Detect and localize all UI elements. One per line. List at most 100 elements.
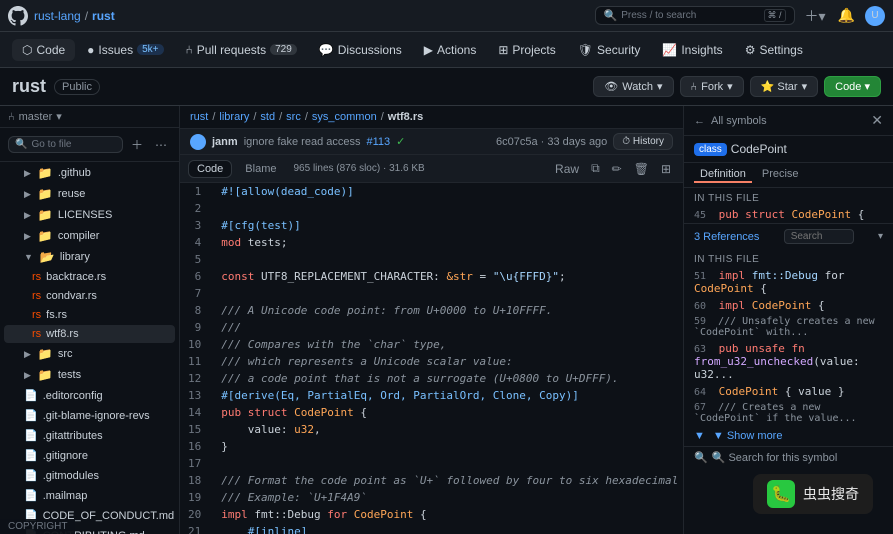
raw-button[interactable]: Raw	[551, 160, 583, 178]
references-header[interactable]: 3 References ▾	[684, 223, 893, 249]
sidebar-item-github[interactable]: ▶ 📁 .github	[4, 163, 175, 183]
line-number: 12	[180, 370, 213, 387]
plus-button[interactable]: ＋▾	[803, 4, 828, 28]
in-this-file-label: In this file	[684, 188, 893, 206]
discussions-icon: 💬	[319, 43, 334, 57]
nav-discussions-label: Discussions	[338, 43, 402, 57]
eye-icon: 👁	[604, 80, 618, 93]
nav-code[interactable]: ⬡ Code	[12, 39, 75, 61]
precise-tab[interactable]: Precise	[756, 167, 805, 183]
sidebar-item-gitblame[interactable]: 📄 .git-blame-ignore-revs	[4, 406, 175, 425]
file-icon: 📄	[24, 389, 38, 402]
history-button[interactable]: ⏱ History	[613, 133, 673, 150]
line-number: 19	[180, 489, 213, 506]
pencil-button[interactable]: ✏	[608, 160, 626, 178]
watermark-text: 虫虫搜奇	[803, 484, 859, 504]
line-number: 20	[180, 506, 213, 523]
line-code: #[cfg(test)]	[213, 217, 683, 234]
file-icon: 📄	[24, 429, 38, 442]
search-symbol-button[interactable]: 🔍 🔍 Search for this symbol	[684, 446, 893, 468]
sym-ref-line[interactable]: 67 /// Creates a new `CodePoint` if the …	[684, 400, 893, 426]
path-sep: /	[381, 111, 384, 123]
filepath-library[interactable]: library	[219, 111, 249, 123]
filepath-src[interactable]: src	[286, 111, 301, 123]
sym-ref-line[interactable]: 64 CodePoint { value }	[684, 383, 893, 400]
table-row: 21 #[inline]	[180, 523, 683, 534]
file-icon: 📄	[24, 469, 38, 482]
sidebar-item-fs[interactable]: rs fs.rs	[4, 306, 175, 324]
more-options-button[interactable]: ⋯	[151, 136, 171, 154]
sidebar-item-tests[interactable]: ▶ 📁 tests	[4, 365, 175, 385]
pencil-icon: ✏	[612, 162, 622, 176]
copy-raw-button[interactable]: ⧉	[587, 159, 604, 178]
github-logo-icon[interactable]	[8, 6, 28, 26]
sidebar-item-editorconfig[interactable]: 📄 .editorconfig	[4, 386, 175, 405]
filepath-rust[interactable]: rust	[190, 111, 208, 123]
sidebar-item-library[interactable]: ▼ 📂 library	[4, 247, 175, 267]
path-sep: /	[305, 111, 308, 123]
filepath-sys-common[interactable]: sys_common	[312, 111, 377, 123]
star-button[interactable]: ⭐ Star ▾	[750, 76, 818, 97]
nav-settings[interactable]: ⚙ Settings	[735, 39, 813, 61]
nav-security[interactable]: 🛡 Security	[568, 39, 651, 61]
code-area: rust / library / std / src / sys_common …	[180, 106, 683, 534]
commit-issue-link[interactable]: #113	[366, 136, 390, 148]
folder-icon: 📁	[38, 166, 53, 180]
trash-button[interactable]: 🗑	[630, 160, 653, 178]
more-button[interactable]: ⊞	[657, 160, 675, 178]
sidebar-item-compiler[interactable]: ▶ 📁 compiler	[4, 226, 175, 246]
watch-button[interactable]: 👁 Watch ▾	[593, 76, 673, 97]
sidebar-item-gitattributes[interactable]: 📄 .gitattributes	[4, 426, 175, 445]
file-search-input[interactable]: 🔍 Go to file	[8, 136, 123, 153]
sidebar-item-mailmap[interactable]: 📄 .mailmap	[4, 486, 175, 505]
nav-projects[interactable]: ⊞ Projects	[488, 39, 565, 61]
sym-ref-line[interactable]: 60 impl CodePoint {	[684, 297, 893, 314]
fork-button[interactable]: ⑃ Fork ▾	[680, 76, 744, 97]
sidebar-item-wtf8[interactable]: rs wtf8.rs	[4, 325, 175, 343]
nav-actions[interactable]: ▶ Actions	[414, 39, 487, 61]
branch-icon: ⑃	[8, 111, 15, 123]
line-code	[213, 285, 683, 302]
repo-title: rust	[12, 76, 46, 97]
sidebar-item-gitignore[interactable]: 📄 .gitignore	[4, 446, 175, 465]
sidebar-item-licenses[interactable]: ▶ 📁 LICENSES	[4, 205, 175, 225]
nav-discussions[interactable]: 💬 Discussions	[309, 39, 412, 61]
add-file-button[interactable]: ＋	[127, 134, 147, 155]
sidebar-item-backtrace[interactable]: rs backtrace.rs	[4, 268, 175, 286]
bell-button[interactable]: 🔔	[836, 5, 857, 26]
line-code: value: u32,	[213, 421, 683, 438]
refs-search-input[interactable]	[784, 229, 854, 244]
show-more-button[interactable]: ▼ ▼ Show more	[684, 426, 893, 446]
sym-ref-line[interactable]: 51 impl fmt::Debug for CodePoint {	[684, 267, 893, 297]
blame-tab[interactable]: Blame	[236, 160, 285, 178]
sym-ref-line[interactable]: 63 pub unsafe fn from_u32_unchecked(valu…	[684, 340, 893, 383]
nav-issues[interactable]: ● Issues 5k+	[77, 39, 173, 61]
sidebar-item-gitmodules[interactable]: 📄 .gitmodules	[4, 466, 175, 485]
chevron-right-icon: ▶	[24, 349, 31, 360]
filepath-std[interactable]: std	[260, 111, 275, 123]
nav-prs[interactable]: ⑃ Pull requests 729	[176, 39, 307, 61]
commit-author: janm	[212, 136, 238, 148]
global-search[interactable]: 🔍 Press / to search ⌘ /	[595, 6, 795, 25]
filepath-file[interactable]: wtf8.rs	[388, 111, 423, 123]
nav-insights[interactable]: 📈 Insights	[652, 39, 732, 61]
sidebar-item-condvar[interactable]: rs condvar.rs	[4, 287, 175, 305]
sym-def-line[interactable]: 45 pub struct CodePoint {	[684, 206, 893, 223]
line-number: 13	[180, 387, 213, 404]
code-tab[interactable]: Code	[188, 160, 232, 178]
sidebar-item-src[interactable]: ▶ 📁 src	[4, 344, 175, 364]
line-number: 9	[180, 319, 213, 336]
sidebar-item-reuse[interactable]: ▶ 📁 reuse	[4, 184, 175, 204]
close-symbols-button[interactable]: ✕	[871, 112, 883, 129]
user-avatar[interactable]: U	[865, 6, 885, 26]
branch-selector[interactable]: ⑃ master ▾	[0, 106, 179, 128]
sym-ref-line[interactable]: 59 /// Unsafely creates a new `CodePoint…	[684, 314, 893, 340]
definition-tab[interactable]: Definition	[694, 167, 752, 183]
breadcrumb-org[interactable]: rust-lang	[34, 9, 81, 23]
code-button[interactable]: Code ▾	[824, 76, 881, 97]
back-to-symbols-button[interactable]: ←	[694, 115, 705, 127]
sidebar-item-label: .git-blame-ignore-revs	[43, 410, 150, 422]
breadcrumb-repo[interactable]: rust	[92, 9, 115, 23]
table-row: 2	[180, 200, 683, 217]
code-actions: Raw ⧉ ✏ 🗑 ⊞	[551, 159, 675, 178]
